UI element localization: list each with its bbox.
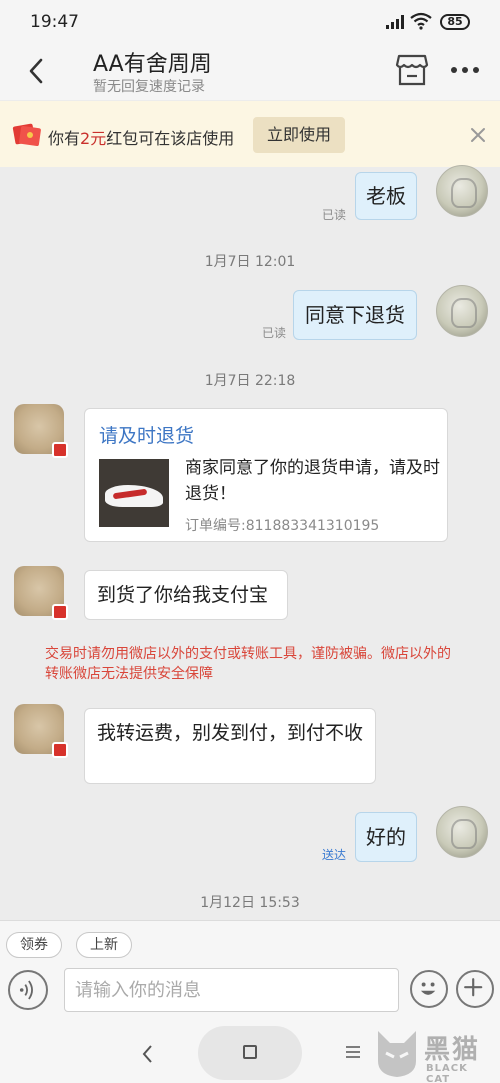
redpacket-icon: [12, 123, 41, 147]
cat-logo-icon: [378, 1031, 416, 1077]
watermark-text: 黑猫: [424, 1035, 481, 1065]
message-bubble-outgoing[interactable]: 老板: [355, 172, 417, 220]
status-bar: 19:47 85: [0, 0, 500, 44]
quick-reply-coupon[interactable]: 领券: [6, 932, 62, 958]
avatar[interactable]: [436, 285, 488, 337]
message-input[interactable]: [64, 968, 399, 1012]
badge-icon: [52, 442, 68, 458]
shop-avatar[interactable]: [14, 404, 68, 458]
message-bubble-incoming[interactable]: 我转运费，别发到付，到付不收: [84, 708, 376, 784]
more-icon[interactable]: [447, 56, 483, 84]
card-title: 请及时退货: [99, 425, 195, 447]
store-icon[interactable]: [395, 54, 429, 86]
message-bubble-incoming[interactable]: 到货了你给我支付宝: [84, 570, 288, 620]
delivery-status: 送达: [322, 848, 347, 862]
use-coupon-button[interactable]: 立即使用: [253, 117, 345, 153]
quick-reply-bar: 领券 上新: [0, 920, 500, 968]
avatar[interactable]: [436, 165, 488, 217]
emoji-icon[interactable]: [410, 970, 448, 1008]
watermark-subtext: BLACK CAT: [426, 1063, 468, 1083]
quick-reply-new[interactable]: 上新: [76, 932, 132, 958]
menu-icon[interactable]: [346, 1045, 360, 1059]
read-status: 已读: [322, 208, 347, 222]
shop-title[interactable]: AA有舍周周: [93, 46, 212, 78]
shop-subtitle: 暂无回复速度记录: [93, 79, 205, 95]
message-bubble-outgoing[interactable]: 好的: [355, 812, 417, 862]
battery-icon: 85: [440, 14, 470, 30]
input-bar: [0, 968, 500, 1022]
read-status: 已读: [262, 326, 287, 340]
nav-back-icon[interactable]: [136, 1042, 160, 1066]
shop-avatar[interactable]: [14, 704, 68, 758]
product-thumbnail: [99, 459, 169, 527]
status-time: 19:47: [30, 12, 79, 32]
back-icon[interactable]: [22, 56, 52, 86]
blackcat-watermark: 黑猫 BLACK CAT: [372, 1027, 496, 1083]
close-icon[interactable]: [468, 125, 488, 145]
plus-icon[interactable]: [456, 970, 494, 1008]
signal-icon: [386, 15, 406, 29]
timestamp: 1月7日 22:18: [204, 373, 296, 389]
security-warning: 交易时请勿用微店以外的支付或转账工具，谨防被骗。微店以外的转账微店无法提供安全保…: [45, 646, 451, 682]
order-number: 订单编号:811883341310195: [185, 518, 380, 534]
shop-avatar[interactable]: [14, 566, 68, 620]
avatar[interactable]: [436, 806, 488, 858]
timestamp: 1月7日 12:01: [204, 254, 296, 270]
coupon-text: 你有2元红包可在该店使用: [48, 129, 235, 148]
card-description: 商家同意了你的退货申请，请及时退货！: [185, 458, 440, 504]
chat-header: AA有舍周周 暂无回复速度记录: [0, 44, 500, 100]
badge-icon: [52, 742, 68, 758]
home-icon: [243, 1045, 257, 1059]
message-bubble-outgoing[interactable]: 同意下退货: [293, 290, 417, 340]
timestamp: 1月12日 15:53: [200, 895, 300, 911]
wifi-icon: [410, 12, 432, 30]
coupon-banner: 你有2元红包可在该店使用 立即使用: [0, 101, 500, 167]
badge-icon: [52, 604, 68, 620]
voice-icon[interactable]: [8, 970, 48, 1010]
refund-card[interactable]: 请及时退货 商家同意了你的退货申请，请及时退货！ 订单编号:8118833413…: [84, 408, 448, 542]
